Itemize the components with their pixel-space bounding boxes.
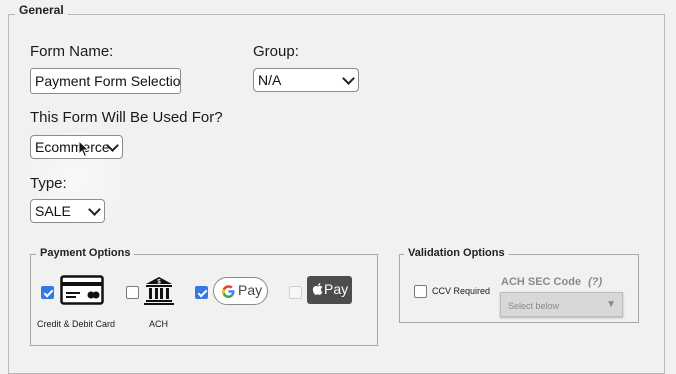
payment-options-legend: Payment Options (36, 247, 135, 259)
ach-sec-help-link[interactable]: (?) (588, 276, 602, 288)
group-label: Group: (253, 43, 299, 60)
apple-pay-logo: Pay (307, 276, 352, 304)
ach-sec-code-select[interactable]: Select below ▼ (500, 292, 623, 317)
apple-pay-checkbox[interactable] (289, 286, 302, 299)
general-legend: General (15, 3, 68, 17)
form-name-label: Form Name: (30, 43, 114, 60)
google-pay-logo: Pay (213, 277, 268, 305)
ach-checkbox[interactable] (126, 286, 139, 299)
credit-debit-checkbox[interactable] (41, 286, 54, 299)
google-pay-text: Pay (238, 282, 263, 298)
type-label: Type: (30, 175, 67, 192)
usage-select-value: Ecommerce (35, 139, 110, 155)
credit-debit-label: Credit & Debit Card (37, 319, 116, 329)
apple-logo-icon (312, 283, 323, 295)
type-select[interactable]: SALE (30, 199, 105, 223)
apple-pay-text: Pay (324, 281, 349, 297)
bank-icon: $ (144, 277, 174, 305)
group-select-value: N/A (258, 72, 282, 88)
usage-label: This Form Will Be Used For? (30, 109, 223, 126)
ccv-required-checkbox[interactable] (414, 285, 427, 298)
form-name-input[interactable]: Payment Form Selection (30, 68, 181, 94)
validation-options-legend: Validation Options (404, 247, 509, 259)
chevron-down-icon (88, 203, 101, 216)
credit-card-icon (60, 275, 104, 305)
group-select[interactable]: N/A (253, 68, 359, 92)
type-select-value: SALE (35, 203, 71, 219)
ach-sec-code-label: ACH SEC Code (?) (501, 276, 602, 288)
caret-down-icon: ▼ (606, 299, 616, 310)
usage-select[interactable]: Ecommerce (30, 135, 123, 159)
mouse-cursor-icon (78, 140, 90, 158)
ccv-required-label: CCV Required (432, 286, 491, 296)
ach-sec-code-text: ACH SEC Code (501, 276, 582, 288)
ach-label: ACH (149, 319, 169, 329)
chevron-down-icon (342, 72, 355, 85)
google-pay-checkbox[interactable] (195, 286, 208, 299)
ach-sec-code-value: Select below (508, 301, 560, 311)
google-g-icon (222, 285, 235, 298)
